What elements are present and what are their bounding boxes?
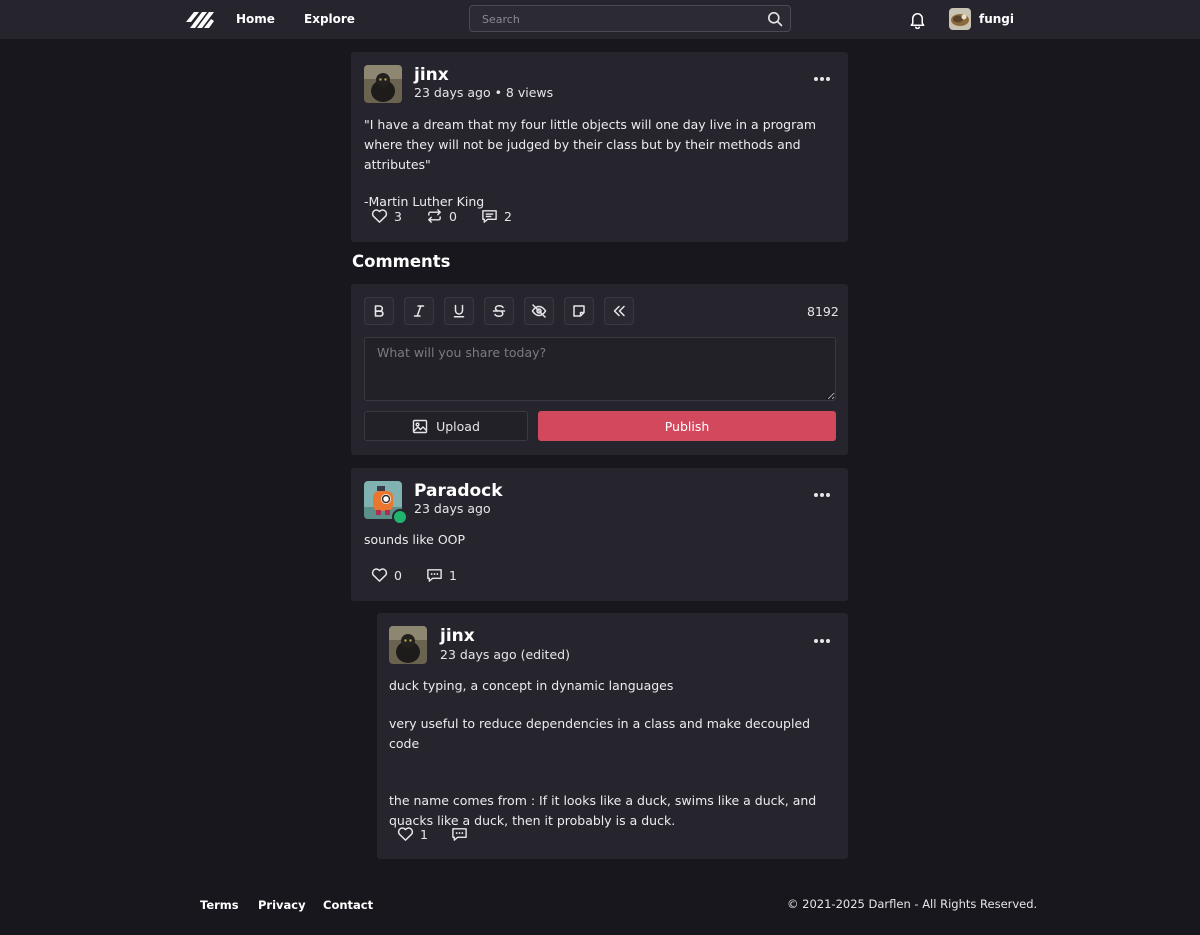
italic-icon — [412, 304, 426, 318]
strikethrough-button[interactable] — [484, 297, 514, 325]
reply-count: 1 — [449, 567, 457, 583]
spoiler-button[interactable] — [524, 297, 554, 325]
upload-label: Upload — [436, 418, 480, 434]
heart-icon — [371, 208, 388, 224]
comment-author[interactable]: Paradock — [414, 481, 503, 501]
sticky-note-button[interactable] — [564, 297, 594, 325]
reply-paragraph: duck typing, a concept in dynamic langua… — [389, 678, 674, 693]
reply-body: duck typing, a concept in dynamic langua… — [389, 676, 839, 831]
upload-button[interactable]: Upload — [364, 411, 528, 441]
comment-icon — [481, 208, 498, 224]
search-box — [469, 5, 791, 33]
darflen-logo-icon[interactable] — [185, 9, 215, 31]
publish-button[interactable]: Publish — [538, 411, 836, 441]
comment-count: 2 — [504, 208, 512, 224]
reply-button[interactable] — [451, 826, 468, 842]
more-options-icon[interactable] — [812, 72, 832, 86]
heart-icon — [371, 567, 388, 583]
online-status-badge — [392, 509, 408, 525]
post-meta: 23 days ago • 8 views — [414, 85, 554, 100]
avatar[interactable] — [389, 626, 427, 664]
reply-icon — [451, 826, 468, 842]
avatar[interactable] — [364, 65, 402, 103]
search-icon[interactable] — [767, 11, 783, 27]
repost-button[interactable]: 0 — [426, 208, 457, 224]
more-options-icon[interactable] — [812, 488, 832, 502]
like-count: 3 — [394, 208, 402, 224]
heart-icon — [397, 826, 414, 842]
quote-button[interactable] — [604, 297, 634, 325]
current-user-avatar[interactable] — [949, 8, 971, 30]
footer-contact-link[interactable]: Contact — [323, 898, 373, 912]
sticky-note-icon — [572, 304, 586, 318]
bold-icon — [372, 304, 386, 318]
image-icon — [412, 419, 428, 434]
search-input[interactable] — [480, 6, 764, 33]
comments-heading: Comments — [352, 252, 451, 271]
comment-meta: 23 days ago — [414, 501, 491, 516]
post-paragraph: "I have a dream that my four little obje… — [364, 117, 817, 172]
more-options-icon[interactable] — [812, 634, 832, 648]
like-count: 0 — [394, 567, 402, 583]
character-counter: 8192 — [807, 304, 839, 319]
eye-off-icon — [531, 304, 547, 318]
nav-home-link[interactable]: Home — [236, 12, 275, 26]
strikethrough-icon — [492, 304, 506, 318]
repost-icon — [426, 208, 443, 224]
notifications-bell-icon[interactable] — [908, 10, 927, 29]
reply-paragraph: very useful to reduce dependencies in a … — [389, 716, 811, 751]
footer-terms-link[interactable]: Terms — [200, 898, 239, 912]
current-username[interactable]: fungi — [979, 12, 1014, 26]
like-button[interactable]: 0 — [371, 567, 402, 583]
comment-paragraph: sounds like OOP — [364, 532, 466, 547]
comment-body: sounds like OOP — [364, 530, 836, 550]
comment-button[interactable]: 2 — [481, 208, 512, 224]
footer-copyright: © 2021-2025 Darflen - All Rights Reserve… — [787, 897, 1038, 911]
like-count: 1 — [420, 826, 428, 842]
comment-textarea[interactable] — [364, 337, 836, 401]
reply-author[interactable]: jinx — [440, 626, 475, 646]
repost-count: 0 — [449, 208, 457, 224]
like-button[interactable]: 1 — [397, 826, 428, 842]
footer-privacy-link[interactable]: Privacy — [258, 898, 306, 912]
reply-button[interactable]: 1 — [426, 567, 457, 583]
double-chevron-left-icon — [612, 304, 626, 318]
reply-icon — [426, 567, 443, 583]
italic-button[interactable] — [404, 297, 434, 325]
reply-paragraph: the name comes from : If it looks like a… — [389, 793, 817, 828]
post-body: "I have a dream that my four little obje… — [364, 115, 836, 212]
top-navbar: Home Explore fungi — [0, 0, 1200, 39]
nav-explore-link[interactable]: Explore — [304, 12, 355, 26]
like-button[interactable]: 3 — [371, 208, 402, 224]
post-author[interactable]: jinx — [414, 65, 449, 85]
bold-button[interactable] — [364, 297, 394, 325]
reply-meta: 23 days ago (edited) — [440, 647, 570, 662]
underline-button[interactable] — [444, 297, 474, 325]
underline-icon — [452, 304, 466, 318]
